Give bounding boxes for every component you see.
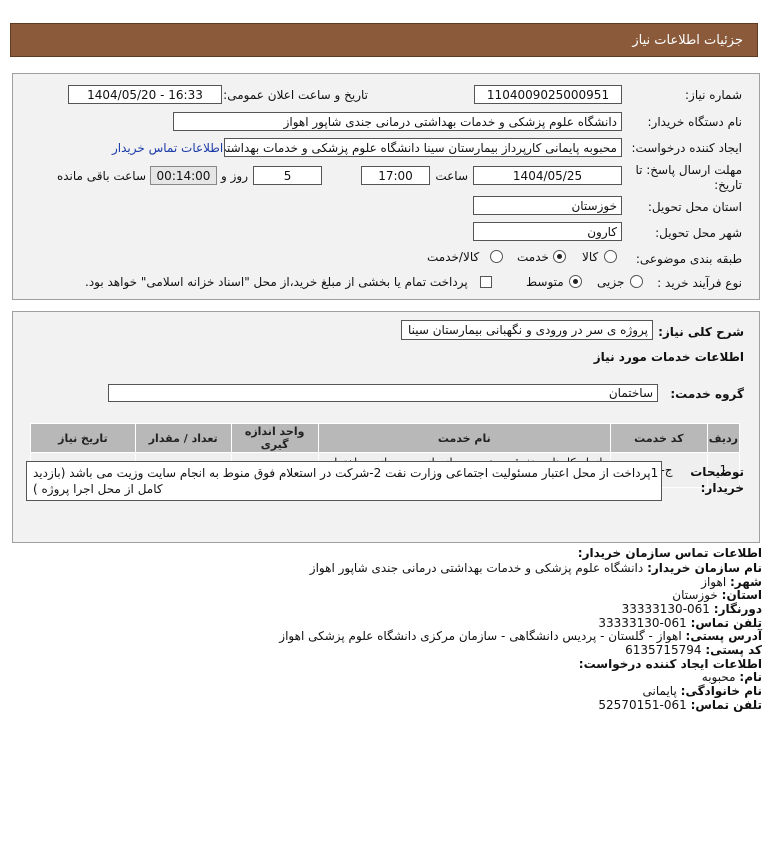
- days-remaining-field: 5: [253, 166, 322, 185]
- page-title: جزئیات اطلاعات نیاز: [632, 32, 743, 48]
- creator-first-name-line: نام: محبوبه: [701, 670, 762, 684]
- category-radio-service[interactable]: [553, 250, 566, 266]
- process-medium-label: متوسط: [526, 275, 564, 289]
- city-label: شهر محل تحویل:: [655, 226, 742, 240]
- buyer-contact-link[interactable]: اطلاعات تماس خریدار: [112, 141, 223, 155]
- buyer-address-line: آدرس پستی: اهواز - گلستان - پردیس دانشگا…: [279, 629, 762, 643]
- creator-heading: اطلاعات ایجاد کننده درخواست:: [578, 657, 762, 671]
- remaining-time-field: 00:14:00: [150, 166, 217, 185]
- services-heading: اطلاعات خدمات مورد نیاز: [593, 350, 744, 364]
- col-header-date: تاریخ نیاز: [30, 423, 136, 453]
- service-group-field: ساختمان: [108, 384, 658, 402]
- col-header-unit: واحد اندازه گیری: [230, 423, 319, 453]
- deadline-label: مهلت ارسال پاسخ: تا: [635, 163, 742, 177]
- buyer-postal-line: کد پستی: 6135715794: [625, 643, 762, 657]
- description-field: پروژه ی سر در ورودی و نگهبانی بیمارستان …: [401, 320, 653, 340]
- service-group-label: گروه خدمت:: [670, 387, 744, 401]
- category-radio-goods-service[interactable]: [490, 250, 503, 266]
- process-radio-minor[interactable]: [630, 275, 643, 291]
- buyer-notes-line-1: 1پرداخت از محل اعتبار مسئولیت اجتماعی وز…: [33, 466, 659, 480]
- need-number-field: 1104009025000951: [474, 85, 622, 104]
- category-goods-service-label: کالا/خدمت: [427, 250, 480, 264]
- requester-field: محبوبه پایمانی کارپرداز بیمارستان سینا د…: [224, 138, 622, 157]
- col-header-name: نام خدمت: [317, 423, 611, 453]
- radio-selected-icon: [553, 250, 566, 263]
- process-minor-label: جزیی: [597, 275, 625, 289]
- col-header-row: ردیف: [706, 423, 741, 453]
- col-header-code: کد خدمت: [609, 423, 708, 453]
- radio-icon: [630, 275, 643, 288]
- city-field: کارون: [473, 222, 622, 241]
- buyer-city-line: شهر: اهواز: [701, 575, 762, 589]
- creator-last-name-line: نام خانوادگی: پایمانی: [642, 684, 762, 698]
- province-field: خوزستان: [473, 196, 622, 215]
- creator-phone-line: تلفن تماس: 061-52570151: [598, 698, 762, 712]
- deadline-time-label: ساعت: [435, 169, 468, 183]
- deadline-date-field: 1404/05/25: [473, 166, 622, 185]
- page-title-bar: جزئیات اطلاعات نیاز: [10, 23, 758, 57]
- radio-icon: [604, 250, 617, 263]
- province-label: استان محل تحویل:: [647, 200, 742, 214]
- table-header-row: تاریخ نیاز تعداد / مقدار واحد اندازه گیر…: [30, 423, 741, 453]
- buyer-notes-line-2: کامل از محل اجرا پروژه ): [33, 482, 163, 496]
- buyer-notes-label-2: خریدار:: [700, 481, 744, 495]
- process-radio-medium[interactable]: [569, 275, 582, 291]
- announce-date-label: تاریخ و ساعت اعلان عمومی:: [223, 88, 368, 102]
- buyer-org-name-line: نام سازمان خریدار: دانشگاه علوم پزشکی و …: [309, 561, 762, 575]
- buyer-province-line: استان: خوزستان: [672, 588, 762, 602]
- need-number-label: شماره نیاز:: [685, 88, 742, 102]
- col-header-qty: تعداد / مقدار: [134, 423, 232, 453]
- description-label: شرح کلی نیاز:: [658, 325, 744, 339]
- deadline-time-field: 17:00: [361, 166, 430, 185]
- radio-selected-icon: [569, 275, 582, 288]
- remaining-time-label: ساعت باقی مانده: [56, 169, 146, 183]
- category-goods-label: کالا: [582, 250, 599, 264]
- requester-label: ایجاد کننده درخواست:: [631, 141, 742, 155]
- buyer-org-field: دانشگاه علوم پزشکی و خدمات بهداشتی درمان…: [173, 112, 622, 131]
- treasury-checkbox[interactable]: [480, 276, 492, 288]
- buyer-phone-line: تلفن تماس: 061-33333130: [598, 616, 762, 630]
- buyer-fax-line: دورنگار: 061-33333130: [621, 602, 762, 616]
- announce-date-field: 1404/05/20 - 16:33: [68, 85, 222, 104]
- buyer-org-label: نام دستگاه خریدار:: [647, 115, 743, 129]
- buyer-notes-field: 1پرداخت از محل اعتبار مسئولیت اجتماعی وز…: [26, 461, 662, 501]
- category-service-label: خدمت: [517, 250, 549, 264]
- buyer-contact-heading: اطلاعات تماس سازمان خریدار:: [577, 546, 762, 560]
- treasury-note: پرداخت تمام یا بخشی از مبلغ خرید،از محل …: [85, 275, 468, 289]
- category-label: طبقه بندی موضوعی:: [635, 252, 742, 266]
- radio-icon: [490, 250, 503, 263]
- process-label: نوع فرآیند خرید :: [657, 276, 742, 290]
- category-radio-goods[interactable]: [604, 250, 617, 266]
- deadline-label-date: تاریخ:: [714, 178, 742, 192]
- days-label: روز و: [221, 169, 248, 183]
- buyer-notes-label: توضیحات: [690, 465, 744, 479]
